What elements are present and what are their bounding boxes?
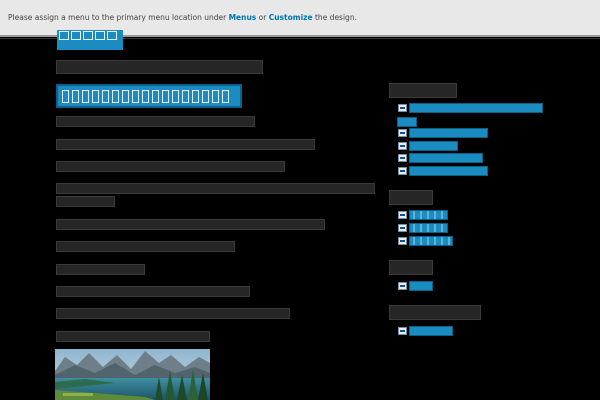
title-glyph: [72, 89, 79, 103]
page-title: [56, 84, 242, 108]
post-icon: [398, 167, 407, 175]
content-line: [56, 183, 375, 194]
post-icon: [398, 142, 407, 150]
site-description: [56, 60, 263, 74]
title-glyph: [182, 89, 189, 103]
customize-link[interactable]: Customize: [269, 13, 313, 22]
widget-link[interactable]: [409, 141, 458, 151]
widget-list-item[interactable]: [398, 128, 488, 138]
widget-link[interactable]: [409, 128, 488, 138]
widget-link[interactable]: [409, 166, 488, 176]
site-logo[interactable]: [57, 30, 123, 50]
widget-list-item[interactable]: [398, 103, 543, 113]
content-line: [56, 139, 315, 150]
title-glyph: [112, 89, 119, 103]
widget-title-archives: [389, 260, 433, 275]
logo-glyph: [95, 31, 105, 40]
widget-link[interactable]: [409, 326, 453, 336]
widget-title-comments: [389, 190, 433, 205]
category-icon: [398, 327, 407, 335]
widget-link[interactable]: [409, 103, 543, 113]
title-glyph: [192, 89, 199, 103]
title-glyph: [222, 89, 229, 103]
title-glyph: [172, 89, 179, 103]
comment-icon: [398, 237, 407, 245]
title-glyph: [102, 89, 109, 103]
title-glyph: [162, 89, 169, 103]
content-line: [56, 161, 285, 172]
comment-icon: [398, 224, 407, 232]
title-glyph: [152, 89, 159, 103]
content-line: [56, 116, 255, 127]
widget-title-recent-posts: [389, 83, 457, 98]
widget-list-item[interactable]: [398, 153, 483, 163]
logo-glyph: [59, 31, 69, 40]
archive-icon: [398, 282, 407, 290]
widget-list-item[interactable]: [398, 236, 453, 246]
widget-title-categories: [389, 305, 481, 320]
title-glyph: [82, 89, 89, 103]
widget-link[interactable]: [409, 236, 453, 246]
widget-list-item[interactable]: [398, 326, 453, 336]
title-glyph: [122, 89, 129, 103]
post-icon: [398, 129, 407, 137]
title-glyph: [92, 89, 99, 103]
content-line: [56, 196, 115, 207]
widget-list-item[interactable]: [398, 166, 488, 176]
logo-glyph: [83, 31, 93, 40]
widget-link[interactable]: [409, 281, 433, 291]
notice-middle: or: [256, 13, 269, 22]
landscape-illustration: [55, 349, 210, 400]
widget-link[interactable]: [409, 210, 448, 220]
post-icon: [398, 154, 407, 162]
widget-link[interactable]: [409, 223, 448, 233]
notice-suffix: the design.: [312, 13, 357, 22]
title-glyph: [62, 89, 69, 103]
post-image[interactable]: [55, 349, 210, 400]
title-glyph: [132, 89, 139, 103]
widget-link[interactable]: [409, 153, 483, 163]
comment-icon: [398, 211, 407, 219]
content-line: [56, 308, 290, 319]
logo-glyph: [71, 31, 81, 40]
widget-list-item[interactable]: [398, 223, 448, 233]
logo-glyph: [107, 31, 117, 40]
content-line: [56, 219, 325, 230]
widget-link-continued[interactable]: [397, 117, 417, 127]
post-icon: [398, 104, 407, 112]
widget-list-item[interactable]: [398, 281, 433, 291]
widget-list-item[interactable]: [398, 141, 458, 151]
title-glyph: [202, 89, 209, 103]
title-glyph: [142, 89, 149, 103]
content-line: [56, 331, 210, 342]
content-line: [56, 264, 145, 275]
widget-list-item[interactable]: [398, 210, 448, 220]
content-line: [56, 241, 235, 252]
title-glyph: [212, 89, 219, 103]
notice-prefix: Please assign a menu to the primary menu…: [8, 13, 229, 22]
menus-link[interactable]: Menus: [229, 13, 257, 22]
content-line: [56, 286, 250, 297]
